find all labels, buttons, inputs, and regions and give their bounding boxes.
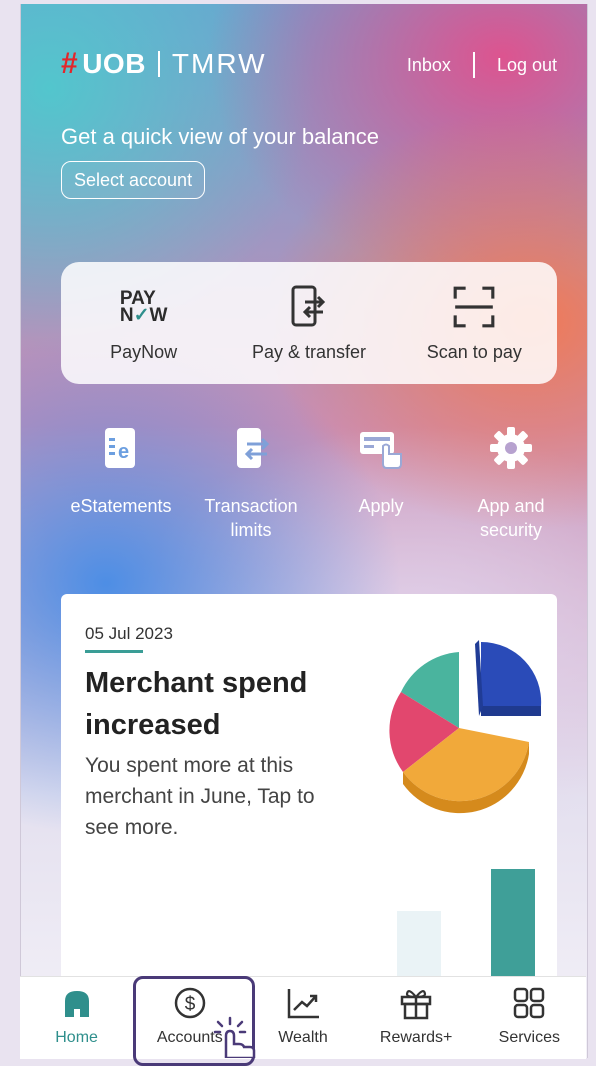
app-screen: # UOB TMRW Inbox Log out Get a quick vie… <box>20 4 588 1058</box>
gear-icon <box>490 427 532 469</box>
nav-home[interactable]: Home <box>22 977 132 1047</box>
transaction-limits-icon <box>237 428 270 468</box>
select-account-button[interactable]: Select account <box>61 161 206 199</box>
estatement-icon: e <box>105 428 135 468</box>
uob-logo-mark: # <box>61 47 79 80</box>
paynow-icon: PAY N✓W <box>119 287 168 326</box>
grid-icon <box>514 987 545 1019</box>
promo-date-underline <box>85 650 143 653</box>
nav-rewards[interactable]: Rewards+ <box>361 977 471 1047</box>
scan-to-pay-label: Scan to pay <box>426 341 522 362</box>
promo-title: Merchant spend increased <box>85 667 308 741</box>
pay-transfer-icon <box>291 285 326 326</box>
svg-text:e: e <box>118 441 129 463</box>
balance-prompt: Get a quick view of your balance <box>61 124 379 149</box>
promo-description: You spent more at this merchant in June,… <box>85 754 315 839</box>
uob-tmrw-logo: # UOB TMRW <box>61 47 267 80</box>
logo-separator <box>157 51 160 77</box>
nav-wealth[interactable]: Wealth <box>248 977 358 1047</box>
pie-chart-illustration <box>389 640 542 814</box>
nav-wealth-label: Wealth <box>278 1029 328 1046</box>
top-links: Inbox Log out <box>407 52 557 78</box>
inbox-link[interactable]: Inbox <box>407 55 451 76</box>
nav-services[interactable]: Services <box>474 977 584 1047</box>
shortcuts-row: e eStatements Transaction limits Apply A… <box>61 424 571 542</box>
bar-chart-illustration <box>397 869 535 979</box>
scan-icon <box>453 286 495 327</box>
app-security-label: App and security <box>477 496 545 540</box>
paynow-button[interactable]: PAY N✓W PayNow <box>64 284 224 363</box>
logo-brand: UOB <box>82 48 146 79</box>
estatements-button[interactable]: e eStatements <box>61 424 181 542</box>
apply-button[interactable]: Apply <box>321 424 441 542</box>
transaction-limits-button[interactable]: Transaction limits <box>191 424 311 542</box>
home-icon <box>64 991 89 1017</box>
logout-link[interactable]: Log out <box>497 55 557 76</box>
scan-to-pay-button[interactable]: Scan to pay <box>394 284 554 363</box>
top-links-divider <box>472 52 475 78</box>
quick-actions-card: PAY N✓W PayNow Pay & transfer Scan to pa… <box>61 262 557 384</box>
nav-home-label: Home <box>55 1029 98 1046</box>
nav-services-label: Services <box>498 1029 561 1046</box>
transaction-limits-label: Transaction limits <box>204 496 298 540</box>
merchant-spend-card[interactable]: 05 Jul 2023 Merchant spend increased You… <box>61 594 557 1014</box>
nav-rewards-label: Rewards+ <box>379 1029 453 1046</box>
app-security-button[interactable]: App and security <box>451 424 571 542</box>
apply-label: Apply <box>358 496 404 516</box>
estatements-label: eStatements <box>70 496 172 516</box>
pay-transfer-label: Pay & transfer <box>251 341 366 362</box>
apply-icon <box>360 432 402 469</box>
gift-icon <box>400 990 432 1020</box>
paynow-label: PayNow <box>110 341 178 362</box>
bottom-navigation: Home $ Accounts Wealth Rewards+ Services <box>20 976 586 1059</box>
chart-icon <box>287 989 319 1019</box>
promo-date: 05 Jul 2023 <box>85 624 173 643</box>
hand-pointer-icon <box>213 1016 256 1058</box>
logo-product: TMRW <box>171 48 267 79</box>
pay-transfer-button[interactable]: Pay & transfer <box>229 284 389 363</box>
